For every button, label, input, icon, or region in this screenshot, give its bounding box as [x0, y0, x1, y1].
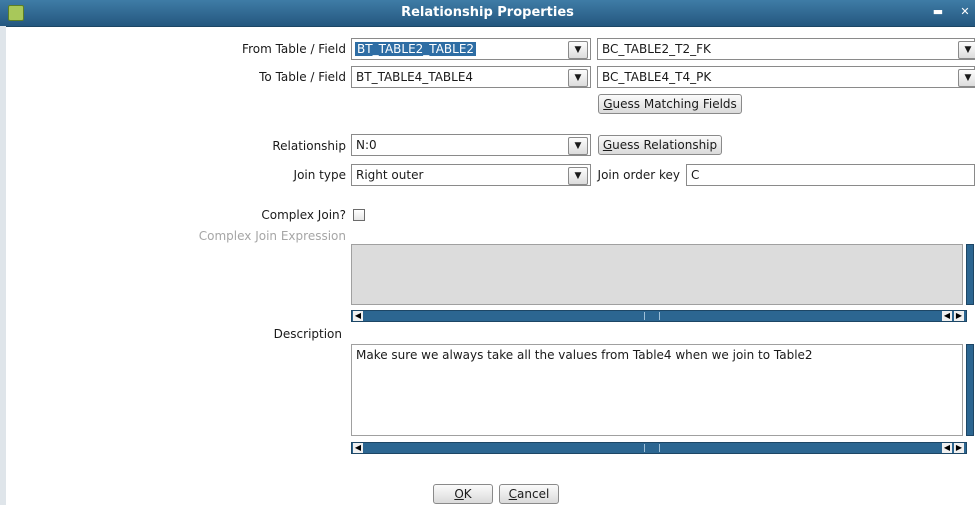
arrow-right-icon[interactable]: ▶	[954, 443, 964, 453]
join-order-key-value: C	[691, 168, 700, 182]
close-icon[interactable]: ✕	[957, 4, 973, 20]
window-title: Relationship Properties	[401, 5, 574, 20]
join-order-key-input[interactable]: C	[686, 164, 975, 186]
description-vertical-scrollbar[interactable]	[966, 344, 974, 436]
join-type-combo[interactable]: Right outer ▼	[351, 164, 591, 186]
chevron-down-icon[interactable]: ▼	[958, 41, 975, 59]
scrollbar-grip[interactable]	[644, 444, 660, 452]
guess-relationship-button[interactable]: Guess Relationship	[598, 135, 722, 155]
arrow-left-icon[interactable]: ◀	[942, 311, 952, 321]
description-textarea[interactable]: Make sure we always take all the values …	[351, 344, 963, 436]
to-table-label: To Table / Field	[259, 70, 346, 84]
ok-button[interactable]: OK	[433, 484, 493, 504]
cancel-button[interactable]: Cancel	[499, 484, 559, 504]
scrollbar-grip[interactable]	[644, 312, 660, 320]
complex-join-horizontal-scrollbar[interactable]: ◀ ◀ ▶	[351, 310, 967, 322]
chevron-down-icon[interactable]: ▼	[568, 167, 588, 185]
chevron-down-icon[interactable]: ▼	[568, 137, 588, 155]
complex-join-checkbox[interactable]	[353, 209, 365, 221]
arrow-left-icon[interactable]: ◀	[353, 443, 363, 453]
complex-join-expression-label: Complex Join Expression	[198, 229, 346, 243]
relationship-combo[interactable]: N:0 ▼	[351, 134, 591, 156]
to-table-combo[interactable]: BT_TABLE4_TABLE4 ▼	[351, 66, 591, 88]
chevron-down-icon[interactable]: ▼	[958, 69, 975, 87]
to-field-value: BC_TABLE4_T4_PK	[602, 70, 712, 84]
window-border	[0, 26, 6, 505]
join-type-label: Join type	[293, 168, 346, 182]
join-type-value: Right outer	[356, 168, 424, 182]
arrow-left-icon[interactable]: ◀	[353, 311, 363, 321]
relationship-value: N:0	[356, 138, 377, 152]
complex-join-vertical-scrollbar[interactable]	[966, 244, 974, 305]
description-label: Description	[273, 327, 342, 341]
chevron-down-icon[interactable]: ▼	[568, 69, 588, 87]
from-field-value: BC_TABLE2_T2_FK	[602, 42, 711, 56]
minimize-icon[interactable]: ▬	[930, 4, 946, 20]
window-titlebar[interactable]: Relationship Properties ▬ ✕	[0, 0, 975, 27]
arrow-right-icon[interactable]: ▶	[954, 311, 964, 321]
to-field-combo[interactable]: BC_TABLE4_T4_PK ▼	[597, 66, 975, 88]
to-table-value: BT_TABLE4_TABLE4	[356, 70, 474, 84]
description-horizontal-scrollbar[interactable]: ◀ ◀ ▶	[351, 442, 967, 454]
description-text: Make sure we always take all the values …	[356, 348, 813, 362]
guess-matching-fields-button[interactable]: Guess Matching Fields	[598, 94, 742, 114]
complex-join-expression-textarea[interactable]	[351, 244, 963, 305]
from-table-combo[interactable]: BT_TABLE2_TABLE2 ▼	[351, 38, 591, 60]
arrow-left-icon[interactable]: ◀	[942, 443, 952, 453]
relationship-label: Relationship	[272, 139, 346, 153]
from-table-label: From Table / Field	[242, 42, 346, 56]
chevron-down-icon[interactable]: ▼	[568, 41, 588, 59]
from-table-value: BT_TABLE2_TABLE2	[355, 42, 477, 56]
join-order-key-label: Join order key	[597, 168, 680, 182]
from-field-combo[interactable]: BC_TABLE2_T2_FK ▼	[597, 38, 975, 60]
complex-join-label: Complex Join?	[261, 208, 346, 222]
